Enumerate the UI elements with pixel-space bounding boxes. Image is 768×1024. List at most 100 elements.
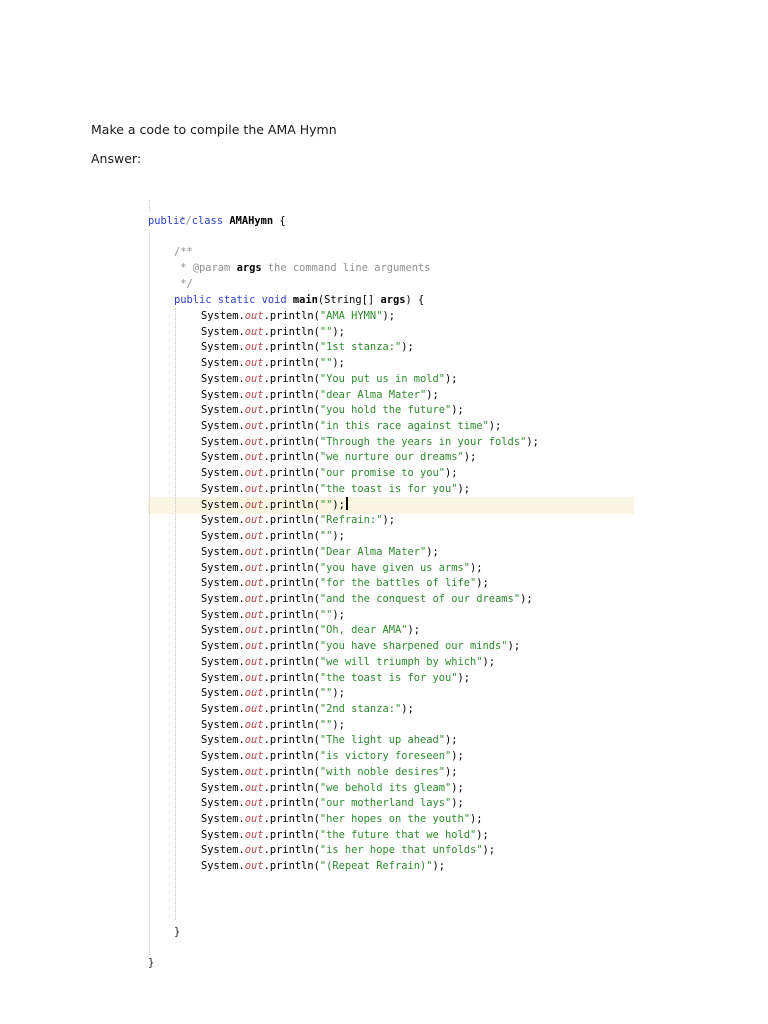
println-statement: System.out.println("you have sharpened o… xyxy=(201,638,520,654)
statement-end: ); xyxy=(476,828,489,841)
println-method: .println( xyxy=(263,844,320,857)
string-literal: "" xyxy=(319,718,333,731)
call-prefix: System. xyxy=(201,828,245,841)
println-statement: System.out.println("dear Alma Mater"); xyxy=(201,387,439,403)
answer-label: Answer: xyxy=(91,151,142,166)
statement-end: ); xyxy=(488,420,502,433)
text-cursor xyxy=(345,496,348,510)
call-prefix: System. xyxy=(201,703,245,715)
println-method: .println( xyxy=(263,514,320,527)
statement-end: ); xyxy=(451,797,464,810)
println-method: .println( xyxy=(263,482,320,495)
println-method: .println( xyxy=(263,860,320,873)
println-method: .println( xyxy=(263,388,320,401)
out-field: out xyxy=(244,545,264,558)
out-field: out xyxy=(244,325,264,338)
method-declaration: public static void main(String[] args) { xyxy=(174,294,425,306)
string-literal: "is victory foreseen" xyxy=(319,750,452,763)
out-field: out xyxy=(244,592,264,605)
call-prefix: System. xyxy=(201,592,245,605)
call-prefix: System. xyxy=(201,624,245,637)
println-method: .println( xyxy=(263,828,320,841)
call-prefix: System. xyxy=(201,514,245,527)
println-method: .println( xyxy=(263,357,320,370)
println-method: .println( xyxy=(263,545,320,558)
call-prefix: System. xyxy=(201,325,245,338)
call-prefix: System. xyxy=(201,404,245,417)
out-field: out xyxy=(244,718,264,731)
call-prefix: System. xyxy=(201,813,245,826)
comment-end-line: */ xyxy=(173,215,192,227)
statement-end: ); xyxy=(407,624,420,637)
println-method: .println( xyxy=(263,577,320,590)
call-prefix: System. xyxy=(201,765,245,778)
string-literal: "you have given us arms" xyxy=(319,561,471,574)
println-method: .println( xyxy=(263,734,320,747)
println-method: .println( xyxy=(263,718,320,731)
println-method: .println( xyxy=(263,624,320,637)
println-statement: System.out.println("You put us in mold")… xyxy=(201,371,458,387)
out-field: out xyxy=(244,687,264,700)
out-field: out xyxy=(244,671,264,684)
string-literal: "Through the years in your folds" xyxy=(319,435,527,448)
string-literal: "" xyxy=(319,498,333,511)
call-prefix: System. xyxy=(201,310,245,322)
println-method: .println( xyxy=(263,498,320,511)
println-statement: System.out.println("1st stanza:"); xyxy=(201,339,414,355)
statement-end: ); xyxy=(520,592,533,605)
statement-end: ); xyxy=(457,482,471,495)
out-field: out xyxy=(244,640,264,653)
call-prefix: System. xyxy=(201,341,245,354)
call-prefix: System. xyxy=(201,561,245,574)
out-field: out xyxy=(244,498,264,511)
println-method: .println( xyxy=(263,640,320,653)
out-field: out xyxy=(244,703,264,715)
statement-end: ); xyxy=(432,860,446,873)
out-field: out xyxy=(244,860,264,873)
string-literal: "" xyxy=(319,687,333,700)
call-prefix: System. xyxy=(201,420,245,433)
out-field: out xyxy=(244,530,264,543)
call-prefix: System. xyxy=(201,687,245,700)
println-method: .println( xyxy=(263,435,320,448)
string-literal: "and the conquest of our dreams" xyxy=(319,592,521,605)
out-field: out xyxy=(244,734,264,747)
call-prefix: System. xyxy=(201,608,245,621)
statement-end: ); xyxy=(401,703,414,715)
string-literal: "with noble desires" xyxy=(319,765,446,778)
string-literal: "you have sharpened our minds" xyxy=(319,640,508,653)
println-statement: System.out.println("we will triumph by w… xyxy=(201,654,495,670)
statement-end: ); xyxy=(482,844,496,857)
statement-end: ); xyxy=(332,608,345,621)
statement-end: ); xyxy=(401,341,414,354)
call-prefix: System. xyxy=(201,671,245,684)
string-literal: "2nd stanza:" xyxy=(319,703,402,715)
call-prefix: System. xyxy=(201,372,245,385)
call-prefix: System. xyxy=(201,357,245,370)
println-statement: System.out.println("(Repeat Refrain)"); xyxy=(201,858,445,874)
println-statement: System.out.println("we behold its gleam"… xyxy=(201,780,464,796)
statement-end: ); xyxy=(382,514,395,527)
statement-end: ); xyxy=(426,545,439,558)
statement-end: ); xyxy=(332,357,345,370)
string-literal: "our motherland lays" xyxy=(319,797,452,810)
println-statement: System.out.println("our motherland lays"… xyxy=(201,795,464,811)
println-statement: System.out.println(""); xyxy=(201,528,345,544)
statement-end: ); xyxy=(482,655,496,668)
out-field: out xyxy=(244,482,264,495)
string-literal: "her hopes on the youth" xyxy=(319,813,471,826)
println-statement: System.out.println(""); xyxy=(201,685,345,701)
string-literal: "you hold the future" xyxy=(319,404,452,417)
statement-end: ); xyxy=(332,530,345,543)
println-statement: System.out.println("The light up ahead")… xyxy=(201,732,458,748)
call-prefix: System. xyxy=(201,750,245,763)
class-declaration: public class AMAHymn { xyxy=(148,215,286,227)
out-field: out xyxy=(244,514,264,527)
call-prefix: System. xyxy=(201,530,245,543)
println-statement: System.out.println("Through the years in… xyxy=(201,434,539,450)
string-literal: "AMA HYMN" xyxy=(319,310,383,322)
out-field: out xyxy=(244,561,264,574)
println-statement: System.out.println("Oh, dear AMA"); xyxy=(201,622,420,638)
out-field: out xyxy=(244,341,264,354)
out-field: out xyxy=(244,467,264,480)
